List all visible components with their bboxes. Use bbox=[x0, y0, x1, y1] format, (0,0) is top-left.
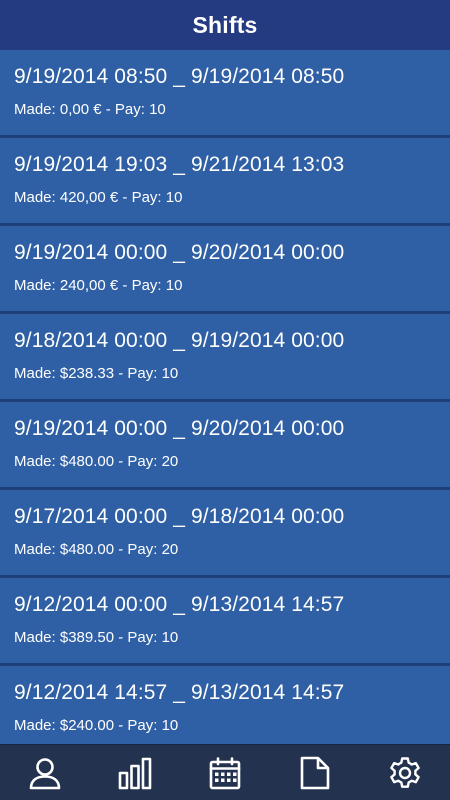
shift-date-range: 9/17/2014 00:00 _ 9/18/2014 00:00 bbox=[14, 505, 345, 528]
shift-list-item[interactable]: 9/18/2014 00:00 _ 9/19/2014 00:00 Made: … bbox=[0, 314, 450, 399]
shifts-screen: Shifts 9/19/2014 08:50 _ 9/19/2014 08:50… bbox=[0, 0, 450, 800]
bottom-nav-bar bbox=[0, 744, 450, 800]
shift-list-item[interactable]: 9/19/2014 19:03 _ 9/21/2014 13:03 Made: … bbox=[0, 138, 450, 223]
nav-stats-button[interactable] bbox=[105, 745, 165, 800]
shift-earnings: Made: 420,00 € - Pay: 10 bbox=[14, 189, 183, 206]
shift-earnings: Made: $240.00 - Pay: 10 bbox=[14, 717, 179, 734]
shift-earnings: Made: $238.33 - Pay: 10 bbox=[14, 365, 179, 382]
shift-date-range: 9/19/2014 08:50 _ 9/19/2014 08:50 bbox=[14, 65, 345, 88]
shift-earnings: Made: 0,00 € - Pay: 10 bbox=[14, 101, 166, 118]
shift-date-range: 9/18/2014 00:00 _ 9/19/2014 00:00 bbox=[14, 329, 345, 352]
nav-calendar-button[interactable] bbox=[195, 745, 255, 800]
shift-list-item[interactable]: 9/19/2014 00:00 _ 9/20/2014 00:00 Made: … bbox=[0, 402, 450, 487]
shift-date-range: 9/19/2014 00:00 _ 9/20/2014 00:00 bbox=[14, 241, 345, 264]
shift-date-range: 9/19/2014 00:00 _ 9/20/2014 00:00 bbox=[14, 417, 345, 440]
shift-list-item[interactable]: 9/19/2014 08:50 _ 9/19/2014 08:50 Made: … bbox=[0, 50, 450, 135]
shift-list-item[interactable]: 9/12/2014 00:00 _ 9/13/2014 14:57 Made: … bbox=[0, 578, 450, 663]
page-title: Shifts bbox=[192, 11, 258, 38]
gear-icon bbox=[390, 757, 420, 788]
shift-earnings: Made: $389.50 - Pay: 10 bbox=[14, 629, 179, 646]
shift-earnings: Made: $480.00 - Pay: 20 bbox=[14, 453, 179, 470]
shift-date-range: 9/12/2014 14:57 _ 9/13/2014 14:57 bbox=[14, 681, 345, 704]
shift-date-range: 9/12/2014 00:00 _ 9/13/2014 14:57 bbox=[14, 593, 345, 616]
shift-list-item[interactable]: 9/12/2014 14:57 _ 9/13/2014 14:57 Made: … bbox=[0, 666, 450, 744]
nav-settings-button[interactable] bbox=[375, 745, 435, 800]
shift-list-item[interactable]: 9/17/2014 00:00 _ 9/18/2014 00:00 Made: … bbox=[0, 490, 450, 575]
document-icon bbox=[300, 756, 330, 790]
shift-list[interactable]: 9/19/2014 08:50 _ 9/19/2014 08:50 Made: … bbox=[0, 50, 450, 744]
nav-reports-button[interactable] bbox=[285, 745, 345, 800]
shift-earnings: Made: 240,00 € - Pay: 10 bbox=[14, 277, 183, 294]
shift-earnings: Made: $480.00 - Pay: 20 bbox=[14, 541, 179, 558]
shift-date-range: 9/19/2014 19:03 _ 9/21/2014 13:03 bbox=[14, 153, 345, 176]
shift-list-item[interactable]: 9/19/2014 00:00 _ 9/20/2014 00:00 Made: … bbox=[0, 226, 450, 311]
app-header: Shifts bbox=[0, 0, 450, 50]
calendar-icon bbox=[209, 757, 241, 790]
bar-chart-icon bbox=[118, 757, 152, 790]
person-icon bbox=[29, 758, 61, 790]
nav-profile-button[interactable] bbox=[15, 745, 75, 800]
